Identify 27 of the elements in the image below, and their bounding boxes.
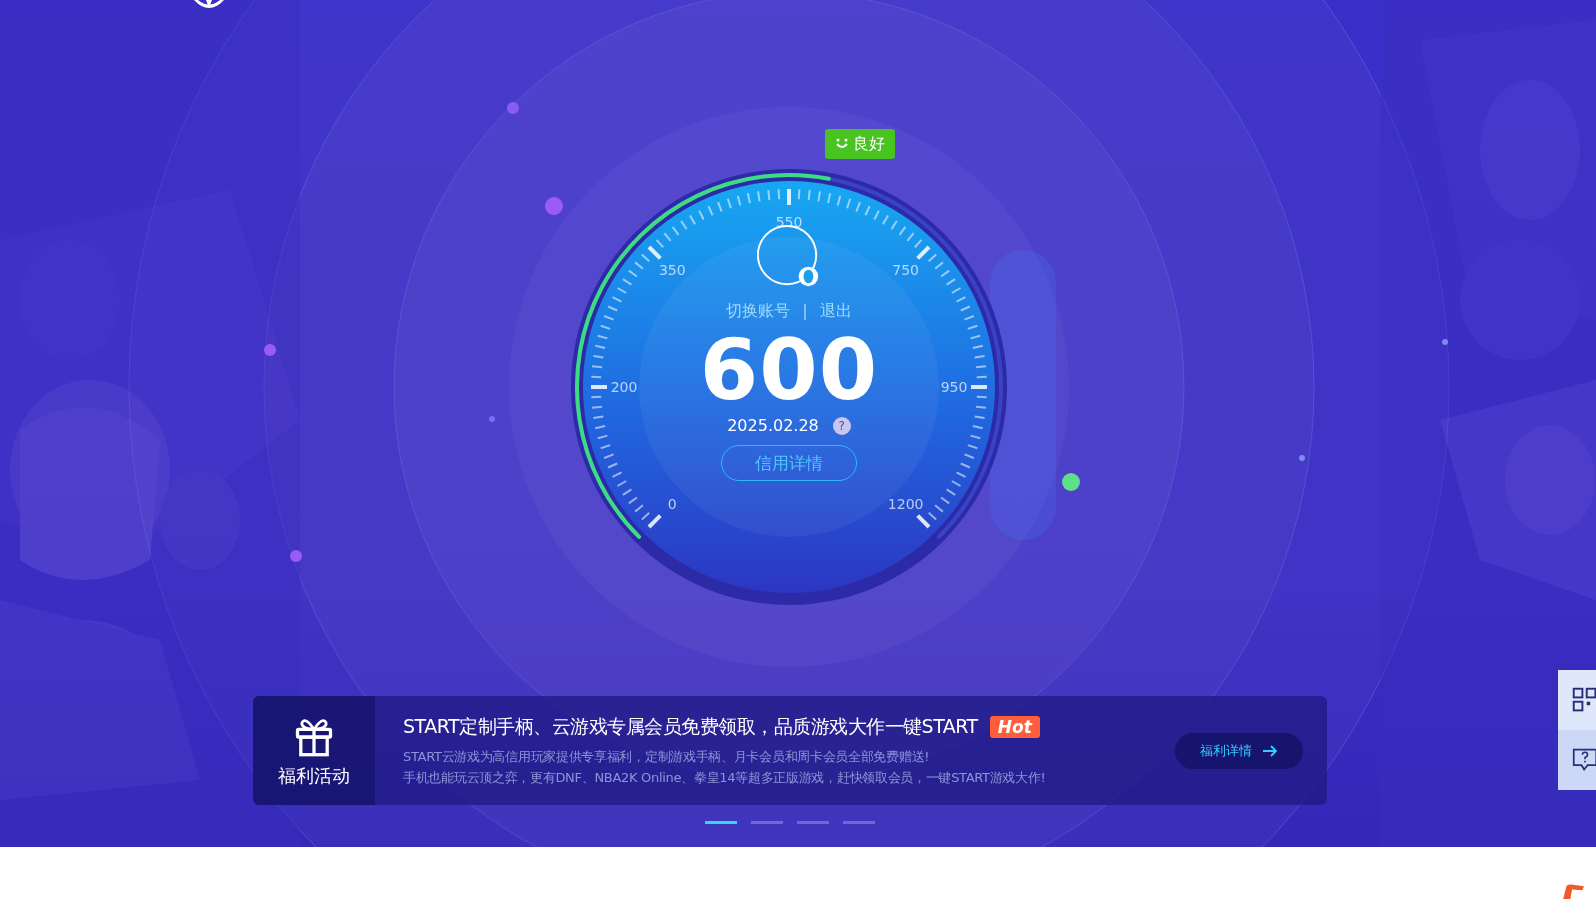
promo-title: START定制手柄、云游戏专属会员免费领取，品质游戏大作一键START [403, 714, 978, 739]
carousel-indicator[interactable] [843, 821, 875, 824]
scale-label: 0 [667, 495, 677, 512]
scale-label: 750 [892, 262, 920, 279]
arrow-icon [1262, 744, 1278, 757]
promo-description: 手机也能玩云顶之弈，更有DNF、NBA2K Online、拳皇14等超多正版游戏，赶快领取会员，一键START游戏大作! [403, 769, 1047, 787]
feedback-button[interactable] [1558, 730, 1596, 790]
scale-label: 950 [940, 379, 968, 395]
smile-icon [835, 137, 849, 151]
credit-score: 600 [699, 320, 879, 419]
promo-description: START云游戏为高信用玩家提供专享福利，定制游戏手柄、月卡会员和周卡会员全部免费赠送! [403, 748, 931, 766]
scale-label: 350 [658, 262, 686, 279]
carousel-indicator[interactable] [797, 821, 829, 824]
status-text: 良好 [853, 133, 885, 155]
feedback-icon [1572, 747, 1596, 773]
scale-label: 200 [610, 379, 638, 395]
promo-section-label: 福利活动 [278, 763, 350, 788]
carousel-indicator[interactable] [751, 821, 783, 824]
score-date: 2025.02.28 [727, 416, 819, 435]
scale-label: 1200 [887, 495, 924, 512]
qr-code-icon [1572, 687, 1596, 713]
welfare-details-button[interactable]: 福利详情 [1175, 732, 1303, 769]
separator: | [802, 301, 808, 322]
switch-account-link[interactable]: 切换账号 [726, 301, 791, 322]
logout-link[interactable]: 退出 [819, 301, 852, 322]
hot-tag: Hot [989, 716, 1040, 738]
carousel-indicator[interactable] [705, 821, 737, 824]
